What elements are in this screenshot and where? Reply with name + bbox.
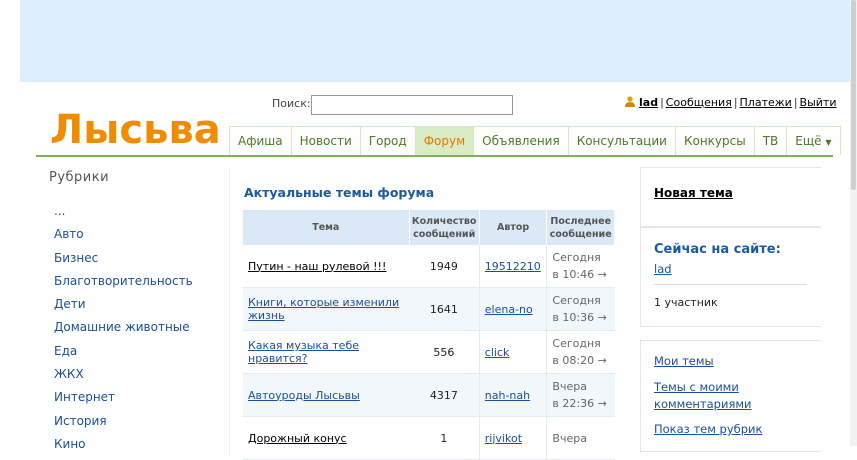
last-message[interactable]: Сегодня в 10:36 → bbox=[546, 287, 615, 331]
last-message[interactable]: Сегодня в 08:20 → bbox=[546, 330, 615, 374]
rubric-item[interactable]: История bbox=[54, 410, 193, 433]
user-icon bbox=[625, 96, 635, 107]
username-link[interactable]: lad bbox=[639, 96, 658, 109]
tab-more-label: Ещё bbox=[795, 134, 822, 148]
rubric-item[interactable]: Еда bbox=[54, 340, 193, 363]
tab-ads[interactable]: Объявления bbox=[473, 126, 569, 155]
tab-tv[interactable]: ТВ bbox=[753, 126, 788, 155]
search-input[interactable] bbox=[311, 95, 513, 115]
message-count: 1949 bbox=[409, 245, 480, 288]
payments-link[interactable]: Платежи bbox=[740, 96, 792, 109]
top-banner-area bbox=[20, 0, 850, 82]
last-time: в 10:46 → bbox=[552, 268, 607, 281]
user-bar: lad | Сообщения | Платежи | Выйти bbox=[625, 96, 836, 109]
topic-link[interactable]: Книги, которые изменили жизнь bbox=[248, 296, 399, 322]
author-link[interactable]: nah-nah bbox=[485, 389, 530, 402]
col-topic: Тема bbox=[243, 210, 410, 245]
topic-link[interactable]: Дорожный конус bbox=[248, 432, 347, 445]
new-topic-panel: Новая тема bbox=[640, 167, 821, 227]
table-row: Автоуроды Лысьвы 4317 nah-nah Вчера в 22:… bbox=[243, 373, 615, 417]
tab-news[interactable]: Новости bbox=[290, 126, 361, 155]
author-link[interactable]: click bbox=[485, 346, 510, 359]
col-last: Последнее сообщение bbox=[546, 210, 615, 245]
message-count: 4317 bbox=[409, 373, 480, 417]
tab-more[interactable]: Ещё ▼ bbox=[786, 126, 841, 155]
table-row: Книги, которые изменили жизнь 1641 elena… bbox=[243, 287, 615, 331]
author-link[interactable]: rijvikot bbox=[485, 432, 522, 445]
logout-link[interactable]: Выйти bbox=[800, 96, 837, 109]
last-message[interactable]: Сегодня в 10:46 → bbox=[546, 245, 615, 288]
forum-topics-title: Актуальные темы форума bbox=[244, 185, 435, 200]
online-panel: Сейчас на сайте: lad 1 участник bbox=[640, 227, 821, 327]
last-day: Сегодня bbox=[552, 251, 601, 264]
user-links-panel: Мои темы Темы с моими комментариями Пока… bbox=[640, 340, 821, 452]
col-count: Количество сообщений bbox=[409, 210, 480, 245]
online-title: Сейчас на сайте: bbox=[654, 242, 781, 257]
last-message[interactable]: Вчера bbox=[546, 416, 615, 460]
author-link[interactable]: 19512210 bbox=[485, 260, 541, 273]
rubric-item[interactable]: ... bbox=[54, 200, 193, 223]
last-time: в 08:20 → bbox=[552, 354, 607, 367]
my-topics-link[interactable]: Мои темы bbox=[654, 353, 714, 370]
col-author: Автор bbox=[479, 210, 548, 245]
rubric-item[interactable]: Дети bbox=[54, 293, 193, 316]
main-nav: Афиша Новости Город Форум Объявления Кон… bbox=[229, 126, 841, 156]
author-link[interactable]: elena-no bbox=[485, 303, 533, 316]
site-logo[interactable]: Лысьва bbox=[50, 110, 221, 150]
forum-topics-panel: Актуальные темы форума Тема Количество с… bbox=[229, 167, 632, 460]
rubrics-list: ... Авто Бизнес Благотворительность Дети… bbox=[54, 200, 193, 456]
nav-divider bbox=[36, 155, 833, 157]
last-day: Сегодня bbox=[552, 337, 601, 350]
sidebar-title: Рубрики bbox=[49, 170, 110, 185]
rubric-item[interactable]: Интернет bbox=[54, 386, 193, 409]
tab-forum[interactable]: Форум bbox=[414, 126, 475, 155]
topic-link[interactable]: Путин - наш рулевой !!! bbox=[248, 260, 386, 273]
search-label: Поиск: bbox=[272, 97, 311, 110]
scrollbar-thumb[interactable] bbox=[851, 0, 856, 190]
table-row: Дорожный конус 1 rijvikot Вчера bbox=[243, 416, 615, 460]
forum-topics-table: Тема Количество сообщений Автор Последне… bbox=[243, 210, 615, 460]
rubric-item[interactable]: Бизнес bbox=[54, 247, 193, 270]
divider bbox=[654, 284, 807, 285]
table-row: Какая музыка тебе нравится? 556 click Се… bbox=[243, 330, 615, 374]
tab-contests[interactable]: Конкурсы bbox=[674, 126, 755, 155]
last-day: Вчера bbox=[552, 380, 587, 393]
tab-consultations[interactable]: Консультации bbox=[567, 126, 676, 155]
last-day: Вчера bbox=[552, 431, 587, 445]
topic-link[interactable]: Автоуроды Лысьвы bbox=[248, 389, 360, 402]
rubric-item[interactable]: Домашние животные bbox=[54, 316, 193, 339]
messages-link[interactable]: Сообщения bbox=[666, 96, 732, 109]
scrollbar[interactable] bbox=[850, 0, 857, 446]
message-count: 1 bbox=[409, 416, 480, 460]
message-count: 1641 bbox=[409, 287, 480, 331]
last-day: Сегодня bbox=[552, 294, 601, 307]
tab-afisha[interactable]: Афиша bbox=[229, 126, 292, 155]
page: Лысьва Поиск: lad | Сообщения | Платежи | Выйт… bbox=[20, 82, 850, 460]
table-row: Путин - наш рулевой !!! 1949 19512210 Се… bbox=[243, 245, 615, 288]
rubric-item[interactable]: Авто bbox=[54, 223, 193, 246]
topic-link[interactable]: Какая музыка тебе нравится? bbox=[248, 339, 359, 365]
last-message[interactable]: Вчера в 22:36 → bbox=[546, 373, 615, 417]
rubric-item[interactable]: Кино bbox=[54, 433, 193, 456]
last-time: в 10:36 → bbox=[552, 311, 607, 324]
last-time: в 22:36 → bbox=[552, 397, 607, 410]
online-user-link[interactable]: lad bbox=[654, 262, 672, 276]
tab-city[interactable]: Город bbox=[359, 126, 416, 155]
new-topic-link[interactable]: Новая тема bbox=[654, 186, 733, 200]
message-count: 556 bbox=[409, 330, 480, 374]
rubric-item[interactable]: Благотворительность bbox=[54, 270, 193, 293]
topics-with-my-comments-link[interactable]: Темы с моими комментариями bbox=[654, 379, 764, 413]
chevron-down-icon: ▼ bbox=[825, 138, 832, 147]
show-rubric-topics-link[interactable]: Показ тем рубрик bbox=[654, 421, 762, 438]
rubric-item[interactable]: ЖКХ bbox=[54, 363, 193, 386]
online-count: 1 участник bbox=[654, 296, 718, 309]
